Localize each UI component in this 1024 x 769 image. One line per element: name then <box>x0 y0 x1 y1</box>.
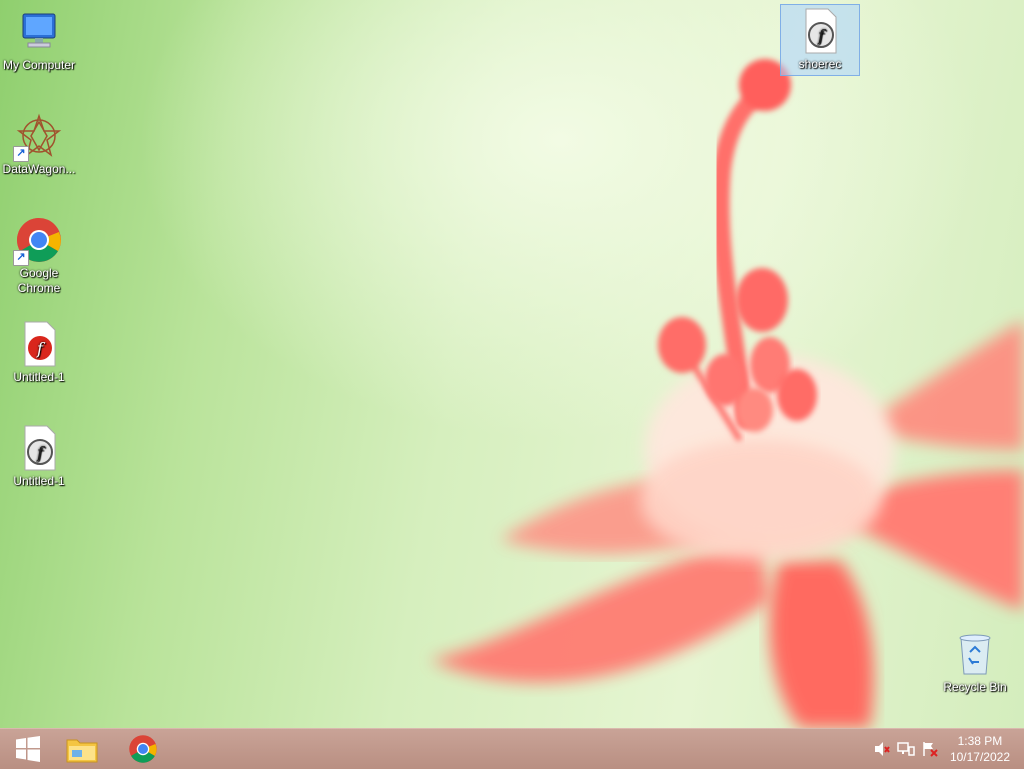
action-center-icon[interactable] <box>921 741 939 757</box>
windows-logo-icon <box>16 736 40 762</box>
network-icon[interactable] <box>897 741 915 757</box>
desktop-icon-untitled-1[interactable]: f Untitled-1 <box>0 418 78 489</box>
desktop-icon-label: Google Chrome <box>17 266 61 295</box>
wallpaper-flower <box>430 59 1024 728</box>
flash-file-icon: f <box>796 7 844 55</box>
clock-date: 10/17/2022 <box>949 750 1010 764</box>
taskbar-file-explorer[interactable] <box>54 729 110 769</box>
desktop-icon-label: Untitled-1 <box>13 370 65 384</box>
desktop-icon-untitled-1-red[interactable]: f Untitled-1 <box>0 314 78 385</box>
desktop-icon-my-computer[interactable]: My Computer <box>0 2 78 73</box>
desktop-icon-label: My Computer <box>2 58 76 72</box>
shortcut-arrow-icon: ↗ <box>13 250 29 266</box>
shortcut-arrow-icon: ↗ <box>13 146 29 162</box>
desktop-icon-label: DataWagon... <box>2 162 76 176</box>
volume-muted-icon[interactable] <box>873 741 891 757</box>
desktop-icon-google-chrome[interactable]: ↗ Google Chrome <box>0 210 78 296</box>
datawagon-icon: ↗ <box>13 112 63 162</box>
system-clock[interactable]: 1:38 PM 10/17/2022 <box>950 733 1010 765</box>
recycle-bin-icon <box>951 630 999 678</box>
desktop-icon-recycle-bin[interactable]: Recycle Bin <box>936 624 1014 695</box>
taskbar: 1:38 PM 10/17/2022 <box>0 728 1024 769</box>
desktop-icon-datawagon[interactable]: ↗ DataWagon... <box>0 106 78 177</box>
chrome-icon <box>129 735 157 763</box>
computer-icon <box>15 8 63 56</box>
desktop-icon-label: Untitled-1 <box>13 474 65 488</box>
desktop-icon-label: Recycle Bin <box>943 680 1007 694</box>
flash-file-icon: f <box>15 424 63 472</box>
taskbar-chrome[interactable] <box>115 729 171 769</box>
flash-red-file-icon: f <box>15 320 63 368</box>
desktop-icon-shoerec[interactable]: f shoerec <box>780 4 860 76</box>
clock-time: 1:38 PM <box>957 734 1003 748</box>
desktop: My Computer ↗ DataWagon... ↗ Google Chro… <box>0 0 1024 728</box>
chrome-icon: ↗ <box>13 216 63 266</box>
start-button[interactable] <box>0 729 56 769</box>
desktop-icon-label: shoerec <box>798 57 842 71</box>
file-explorer-icon <box>66 739 98 763</box>
